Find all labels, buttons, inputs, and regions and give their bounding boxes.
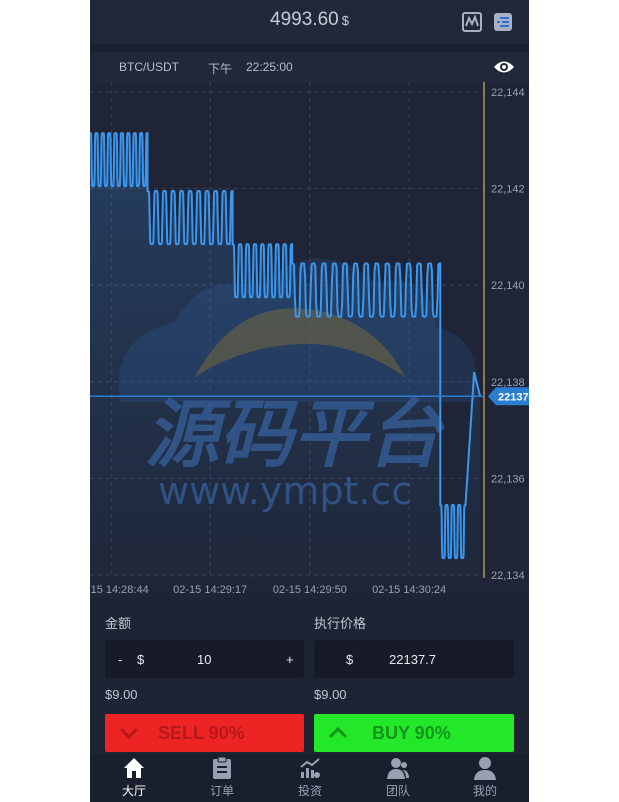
amount-decrease-button[interactable]: - [118,652,122,667]
tab-label: 团队 [385,784,410,798]
price-fee: $9.00 [314,687,347,702]
tab-lobby[interactable]: 大厅 [104,754,164,802]
clipboard-icon [213,756,231,779]
top-bar: 4993.60 $ [90,0,529,44]
y-tick-label: 22,136 [491,473,525,485]
price-currency: $ [346,652,354,667]
bottom-tab-bar: 大厅 订单 投资 团队 我的 [90,754,529,802]
current-price-label: 22137 [498,391,529,403]
amount-value[interactable]: 10 [197,652,211,667]
pair-bar: BTC/USDT 下午 22:25:00 [90,52,529,82]
tab-profile[interactable]: 我的 [455,754,515,802]
y-axis-ticks: 22,144 22,142 22,140 22,138 22,136 22,134 [491,87,525,582]
trading-pair[interactable]: BTC/USDT [119,60,179,74]
amount-label: 金额 [105,616,132,631]
balance-value: 4993.60 [270,9,339,30]
amount-fee: $9.00 [105,687,138,702]
chart-icon[interactable] [462,12,482,32]
tab-label: 大厅 [121,784,146,798]
buy-button[interactable]: BUY 90% [314,714,514,752]
home-icon [124,758,144,778]
price-chart[interactable]: 源码平台 www.ympt.cc 22,14422,14222,14022,13… [90,82,529,598]
chevron-up-icon [328,726,348,739]
trading-app: 4993.60 $ BTC/USDT 下午 22:25:00 22,144 22… [90,0,529,802]
x-tick-label: 02-15 14:28:44 [90,584,149,596]
sell-label: SELL 90% [158,723,245,743]
eye-icon[interactable] [493,59,515,75]
amount-input[interactable]: - $ 10 + [105,640,304,678]
profile-icon [474,757,496,780]
tab-investment[interactable]: 投资 [280,754,340,802]
x-tick-label: 02-15 14:30:24 [372,584,446,596]
tab-label: 投资 [297,784,322,798]
execution-price-input[interactable]: $ 22137.7 [314,640,514,678]
tab-team[interactable]: 团队 [368,754,428,802]
y-tick-label: 22,138 [491,377,525,389]
x-tick-label: 02-15 14:29:17 [173,584,247,596]
amount-increase-button[interactable]: + [286,652,294,667]
y-tick-label: 22,142 [491,184,525,196]
execution-price-value[interactable]: 22137.7 [389,652,436,667]
balance-currency: $ [341,13,349,28]
chevron-down-icon [119,727,139,740]
server-time: 22:25:00 [246,60,293,74]
tab-orders[interactable]: 订单 [192,754,252,802]
y-tick-label: 22,144 [491,87,525,99]
sell-button[interactable]: SELL 90% [105,714,304,752]
price-chart-svg[interactable]: 源码平台 www.ympt.cc 22,14422,14222,14022,13… [90,82,529,598]
y-tick-label: 22,140 [491,280,525,292]
investment-chart-icon [300,758,320,778]
menu-list-icon[interactable] [493,12,513,32]
amount-currency: $ [137,652,145,667]
buy-label: BUY 90% [372,723,451,743]
tab-label: 我的 [472,784,497,798]
x-tick-label: 02-15 14:29:50 [273,584,347,596]
x-axis-ticks: 02-15 14:28:44 02-15 14:29:17 02-15 14:29:… [90,584,446,596]
y-tick-label: 22,134 [491,570,525,582]
execution-price-label: 执行价格 [314,616,367,631]
team-icon [387,758,409,779]
tab-label: 订单 [209,784,234,798]
time-period: 下午 [208,62,233,76]
